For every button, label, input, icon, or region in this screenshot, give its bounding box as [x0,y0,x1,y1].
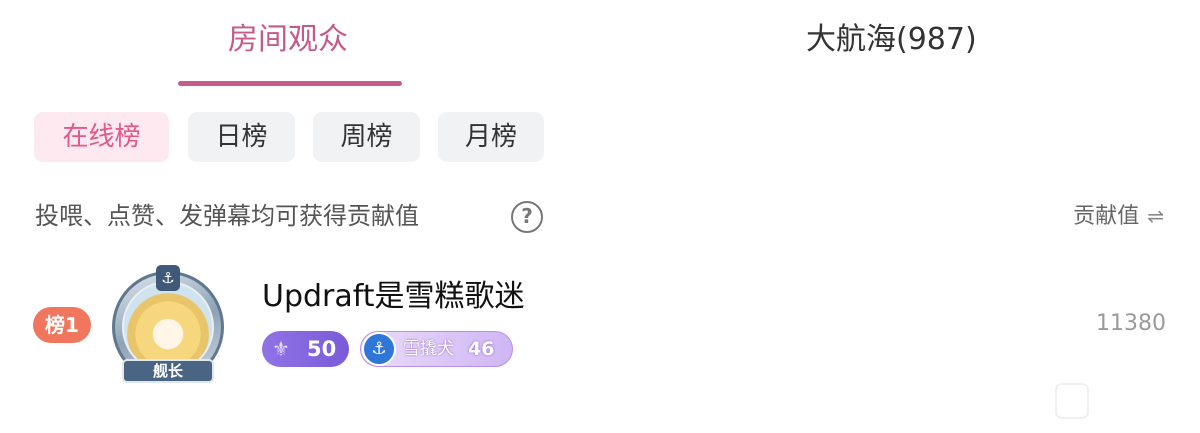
contribution-value: 11380 [1096,311,1166,336]
rank-badge: 榜1 [33,307,91,343]
filter-weekly-ranking[interactable]: 周榜 [313,112,420,162]
contribution-hint: 投喂、点赞、发弹幕均可获得贡献值 [35,202,419,230]
avatar[interactable]: ⚓ 舰长 [108,265,228,389]
user-level-badge: ⚜ 50 [262,331,349,367]
tab-bar: 房间观众 大航海(987) [0,0,1200,90]
active-tab-indicator [178,81,402,86]
captain-ribbon: 舰长 [122,359,214,383]
user-level: 50 [307,337,337,361]
sort-contribution-button[interactable]: 贡献值 ⇌ [1073,199,1164,234]
anchor-icon: ⚓ [156,265,180,291]
swap-icon: ⇌ [1147,204,1164,228]
filter-daily-ranking[interactable]: 日榜 [188,112,295,162]
medal-level: 46 [468,338,495,360]
help-icon[interactable]: ? [511,201,543,233]
sort-label: 贡献值 [1073,204,1140,229]
filter-monthly-ranking[interactable]: 月榜 [438,112,544,162]
ranking-row[interactable]: 榜1 ⚓ 舰长 Updraft是雪糕歌迷 ⚜ 50 ⚓ 雪撬犬 46 11380 [0,255,1200,385]
fan-medal[interactable]: ⚓ 雪撬犬 46 [360,331,513,367]
username[interactable]: Updraft是雪糕歌迷 [262,275,525,319]
filter-online-ranking[interactable]: 在线榜 [34,112,169,162]
wings-icon: ⚜ [272,337,290,361]
tab-fleet[interactable]: 大航海(987) [806,18,977,62]
medal-name: 雪撬犬 [403,339,454,359]
tab-room-audience[interactable]: 房间观众 [228,18,348,62]
corner-placeholder [1055,383,1089,419]
anchor-icon: ⚓ [362,332,396,366]
